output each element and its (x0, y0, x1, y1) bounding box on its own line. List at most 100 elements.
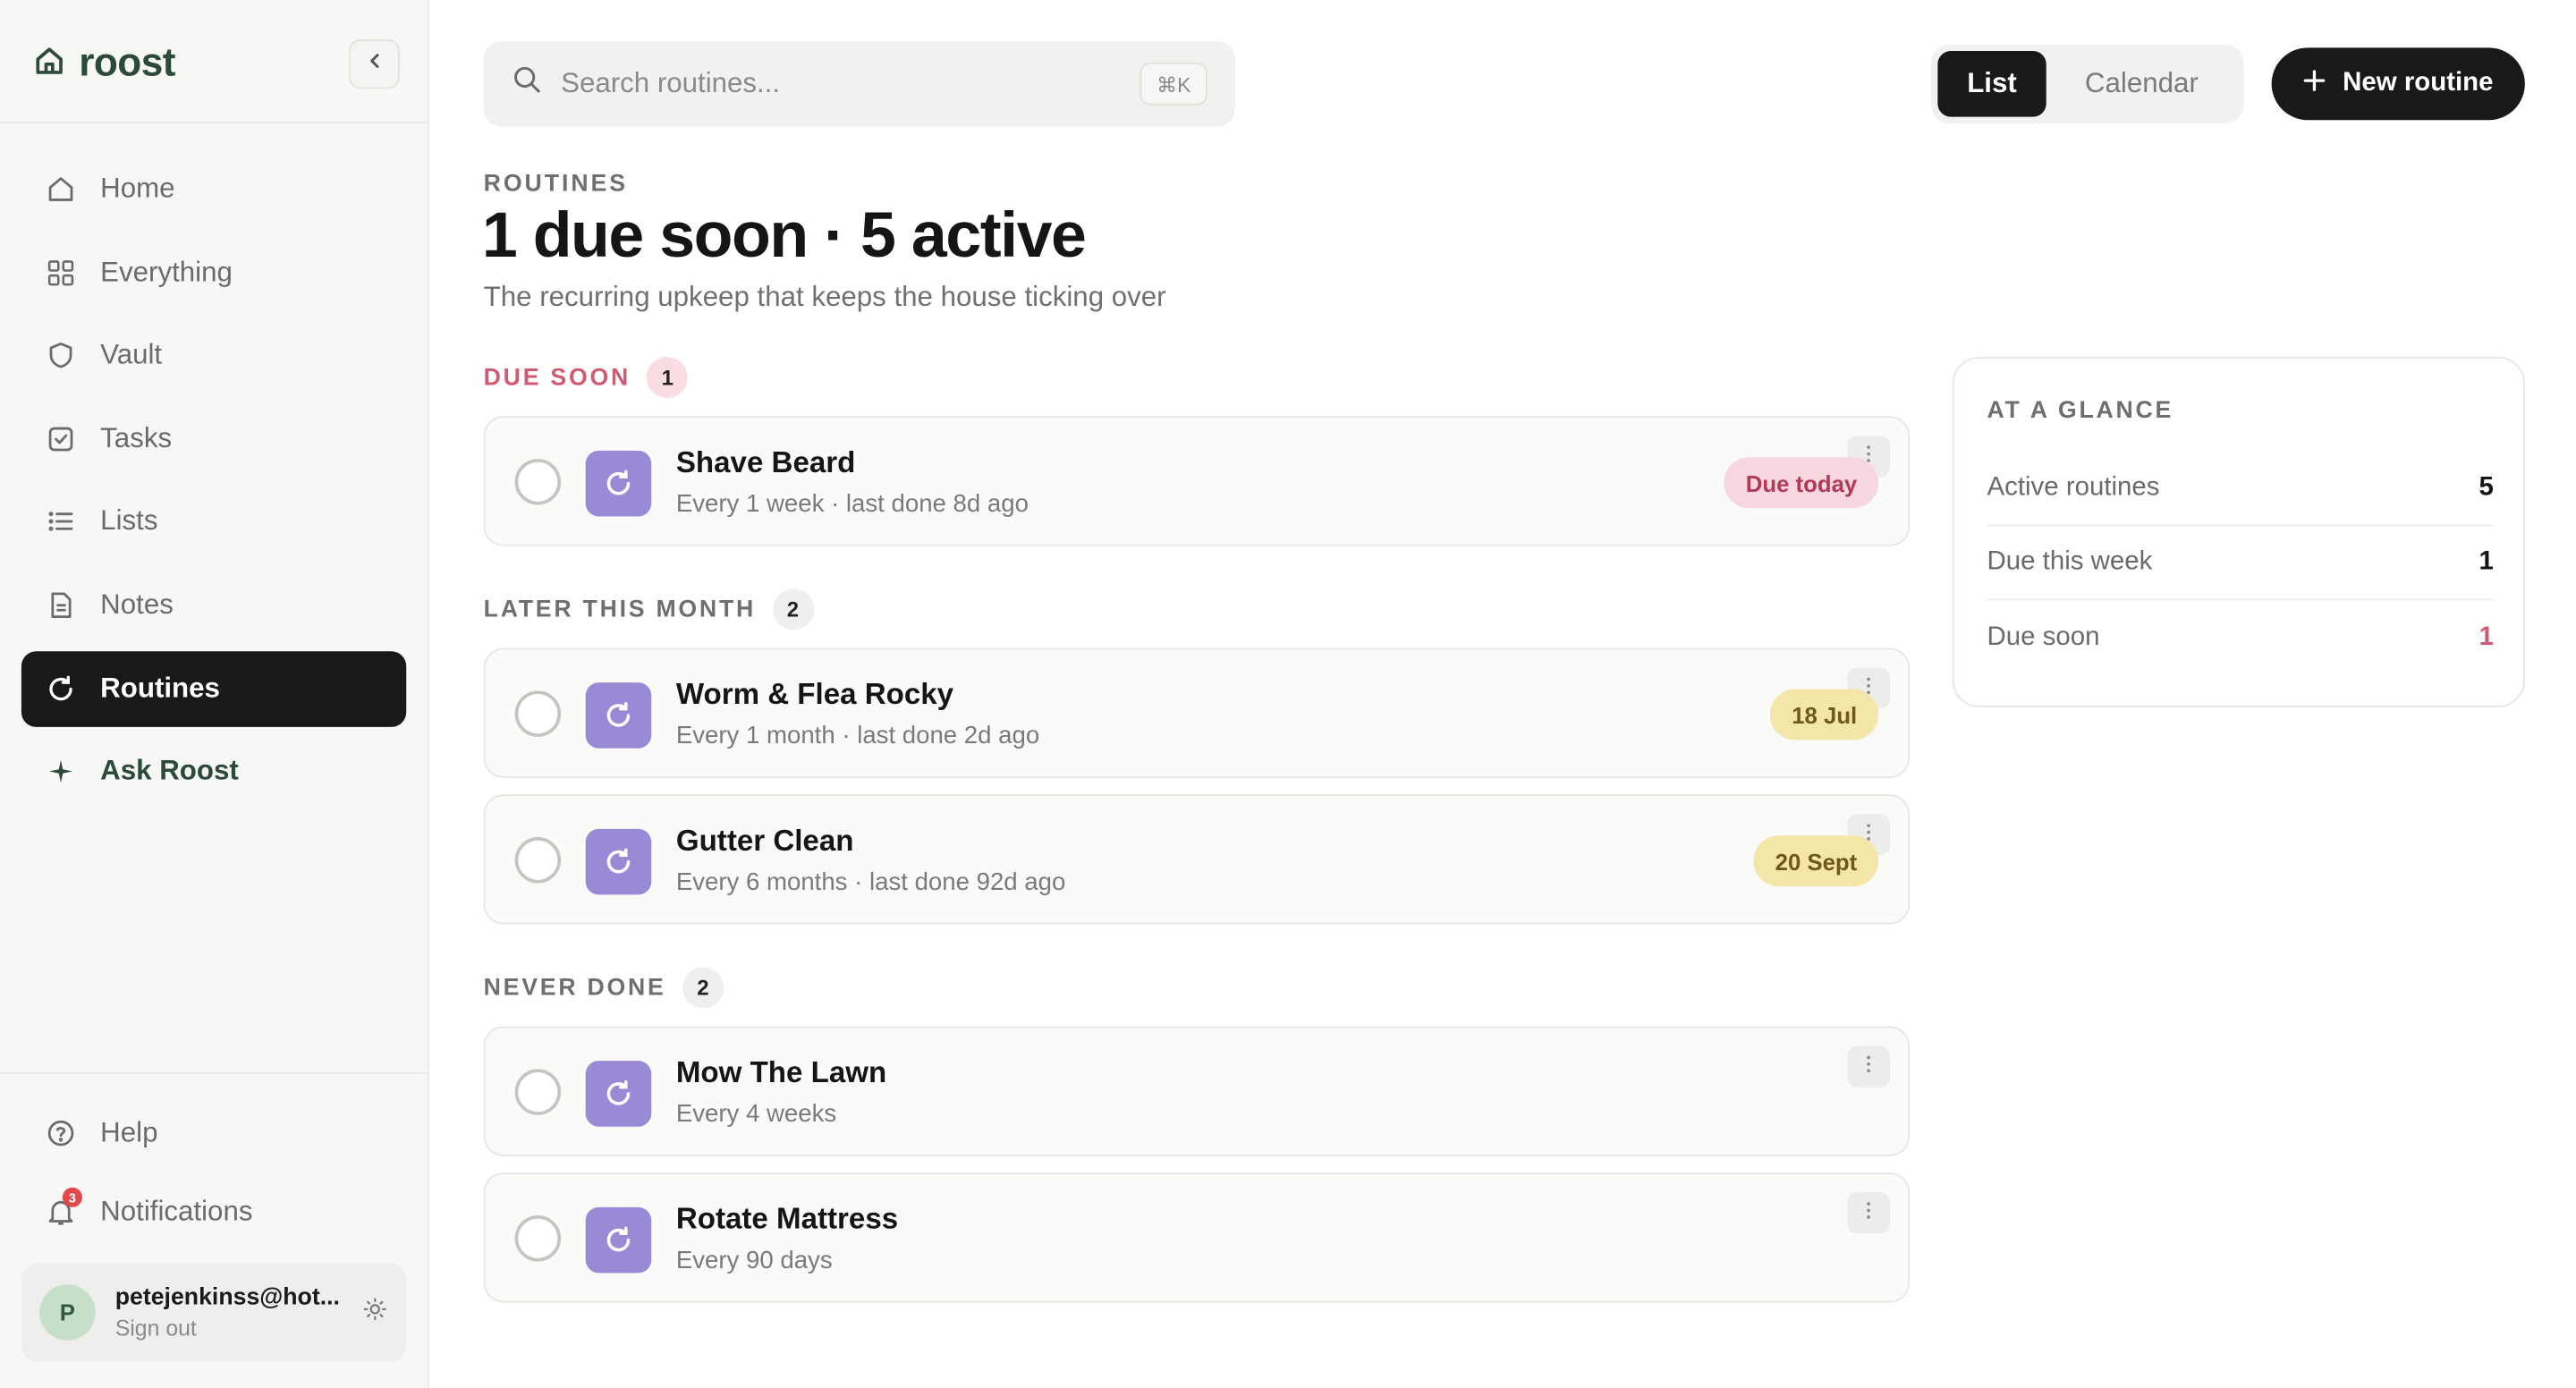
tab-calendar[interactable]: Calendar (2046, 51, 2237, 117)
more-vertical-icon (1865, 1198, 1871, 1228)
tab-list[interactable]: List (1937, 51, 2046, 117)
glance-value: 5 (2479, 473, 2494, 502)
shield-icon (46, 341, 75, 370)
routine-title: Worm & Flea Rocky (675, 677, 954, 711)
keyboard-shortcut-hint: ⌘K (1140, 62, 1208, 106)
section-count-badge: 2 (772, 588, 814, 631)
more-options-button[interactable] (1847, 1192, 1891, 1234)
avatar: P (39, 1284, 96, 1341)
section-label: NEVER DONE (483, 974, 666, 1002)
sidebar-item-label: Tasks (100, 422, 173, 454)
sidebar-item-tasks[interactable]: Tasks (21, 401, 406, 477)
glance-label: Due this week (1987, 547, 2153, 576)
sidebar-item-label: Vault (100, 339, 163, 371)
sidebar-item-home[interactable]: Home (21, 151, 406, 227)
home-icon (46, 174, 75, 204)
brand-logo[interactable]: roost (33, 40, 175, 86)
routine-card[interactable]: Shave Beard Every 1 week · last done 8d … (483, 416, 1911, 546)
search-bar[interactable]: ⌘K (483, 40, 1236, 127)
app-root: roost Home Everything Vault Tasks Lists … (0, 0, 2576, 1388)
complete-checkbox[interactable] (514, 459, 562, 505)
list-icon (46, 507, 75, 537)
due-badge: 18 Jul (1770, 689, 1879, 741)
brand-name: roost (79, 40, 175, 86)
routine-icon (585, 682, 652, 749)
section-header-later-this-month: LATER THIS MONTH 2 (484, 588, 814, 631)
routine-meta: Every 1 week · last done 8d ago (675, 490, 1029, 519)
user-card[interactable]: P petejenkinss@hot... Sign out (21, 1263, 407, 1362)
plus-icon (2303, 68, 2326, 99)
sidebar-divider (0, 122, 429, 123)
due-badge: Due today (1724, 457, 1879, 509)
sidebar-item-notifications[interactable]: 3 Notifications (21, 1174, 406, 1250)
sidebar-item-label: Notes (100, 588, 174, 621)
sidebar-item-notes[interactable]: Notes (21, 567, 406, 643)
due-badge: 20 Sept (1753, 835, 1879, 887)
new-routine-label: New routine (2343, 69, 2494, 97)
glance-row-active: Active routines 5 (1987, 453, 2494, 527)
sun-icon (363, 1297, 386, 1328)
view-toggle: List Calendar (1930, 44, 2244, 123)
sidebar-item-lists[interactable]: Lists (21, 484, 406, 560)
sidebar-item-everything[interactable]: Everything (21, 234, 406, 310)
routine-meta: Every 1 month · last done 2d ago (675, 722, 1040, 750)
routine-meta: Every 6 months · last done 92d ago (675, 868, 1066, 897)
section-count-badge: 2 (682, 967, 724, 1009)
sidebar-bottom-nav: Help 3 Notifications (21, 1096, 406, 1254)
theme-toggle-button[interactable] (362, 1297, 388, 1328)
complete-checkbox[interactable] (514, 1215, 562, 1262)
new-routine-button[interactable]: New routine (2271, 47, 2525, 121)
routine-card[interactable]: Worm & Flea Rocky Every 1 month · last d… (483, 647, 1911, 778)
sidebar-item-label: Ask Roost (100, 755, 239, 787)
sidebar-divider (0, 1072, 429, 1074)
page-title: 1 due soon · 5 active (481, 200, 1087, 272)
more-options-button[interactable] (1847, 1045, 1891, 1088)
sign-out-link[interactable]: Sign out (115, 1316, 345, 1341)
sidebar-item-vault[interactable]: Vault (21, 317, 406, 394)
page-subtitle: The recurring upkeep that keeps the hous… (483, 281, 1166, 313)
routine-card[interactable]: Rotate Mattress Every 90 days (483, 1172, 1911, 1303)
complete-checkbox[interactable] (514, 837, 562, 884)
collapse-sidebar-button[interactable] (348, 39, 400, 89)
routine-icon (585, 828, 652, 895)
sidebar-item-label: Notifications (100, 1195, 253, 1227)
sparkle-icon (46, 757, 75, 786)
complete-checkbox[interactable] (514, 690, 562, 737)
notification-count-badge: 3 (62, 1187, 82, 1207)
sidebar-item-routines[interactable]: Routines (21, 650, 407, 727)
page-eyebrow: ROUTINES (483, 171, 629, 198)
section-header-never-done: NEVER DONE 2 (483, 967, 724, 1009)
section-header-due-soon: DUE SOON 1 (484, 357, 689, 399)
routine-meta: Every 4 weeks (675, 1100, 837, 1129)
sidebar-item-label: Routines (100, 672, 220, 704)
at-a-glance-panel: AT A GLANCE Active routines 5 Due this w… (1952, 357, 2525, 707)
sidebar-item-help[interactable]: Help (21, 1096, 406, 1172)
user-info: petejenkinss@hot... Sign out (115, 1284, 345, 1341)
routine-title: Rotate Mattress (675, 1202, 899, 1236)
search-input[interactable] (561, 67, 1104, 101)
sidebar-item-ask-roost[interactable]: Ask Roost (21, 733, 406, 809)
sidebar-item-label: Everything (100, 256, 233, 288)
glance-row-due-this-week: Due this week 1 (1987, 526, 2494, 601)
routine-meta: Every 90 days (675, 1246, 833, 1275)
complete-checkbox[interactable] (514, 1069, 562, 1115)
routine-title: Gutter Clean (675, 824, 854, 858)
glance-value: 1 (2479, 622, 2494, 651)
sidebar-item-label: Home (100, 173, 175, 205)
help-icon (46, 1119, 75, 1148)
glance-row-due-soon: Due soon 1 (1987, 600, 2494, 674)
more-vertical-icon (1865, 1052, 1871, 1081)
routine-card[interactable]: Mow The Lawn Every 4 weeks (483, 1026, 1911, 1156)
routine-title: Mow The Lawn (675, 1055, 887, 1089)
routine-title: Shave Beard (675, 445, 856, 479)
document-icon (46, 590, 75, 620)
glance-label: Active routines (1987, 473, 2160, 502)
routine-icon (585, 1061, 652, 1127)
user-email: petejenkinss@hot... (114, 1284, 340, 1311)
search-icon (513, 66, 541, 102)
routine-card[interactable]: Gutter Clean Every 6 months · last done … (483, 794, 1911, 925)
grid-icon (46, 258, 75, 287)
bell-icon: 3 (46, 1187, 82, 1227)
home-logo-icon (33, 44, 66, 85)
refresh-icon (46, 673, 75, 703)
